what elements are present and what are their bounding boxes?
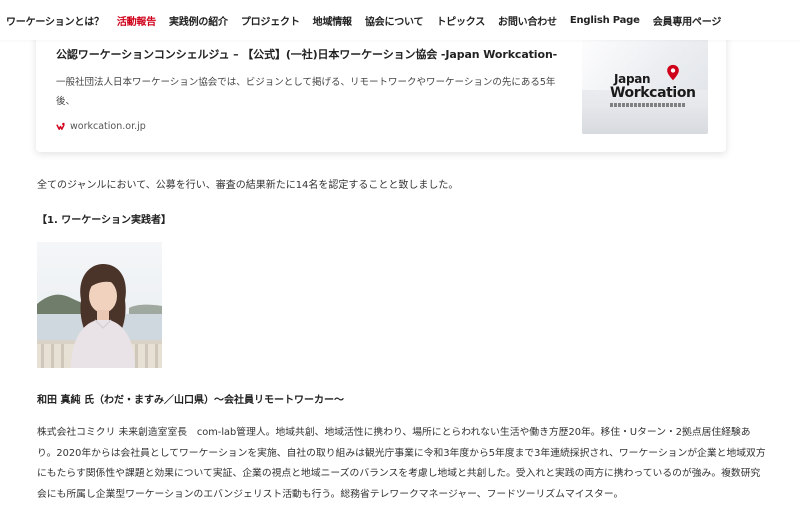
embed-card-domain: workcation.or.jp xyxy=(70,121,146,132)
nav-item-what-is-workcation[interactable]: ワーケーションとは？ xyxy=(6,13,104,28)
nav-item-english-page[interactable]: English Page xyxy=(570,15,640,26)
japan-workcation-logo-line1: Japan xyxy=(614,72,651,86)
section-heading: 【1. ワーケーション実践者】 xyxy=(37,215,172,226)
location-pin-icon xyxy=(667,64,679,81)
logo-subtext-mark xyxy=(610,103,686,107)
link-embed-card[interactable]: 公認ワーケーションコンシェルジュ – 【公式】(一社)日本ワーケーション協会 -… xyxy=(36,30,726,152)
japan-workcation-logo-line2: Workcation xyxy=(610,85,696,101)
global-nav: ワーケーションとは？ 活動報告 実践例の紹介 プロジェクト 地域情報 協会につい… xyxy=(0,0,800,40)
embed-card-title[interactable]: 公認ワーケーションコンシェルジュ – 【公式】(一社)日本ワーケーション協会 -… xyxy=(56,46,557,62)
thumbnail-desk xyxy=(582,108,708,134)
nav-item-case-studies[interactable]: 実践例の紹介 xyxy=(169,13,228,28)
nav-item-projects[interactable]: プロジェクト xyxy=(241,13,300,28)
person-photo xyxy=(37,242,162,368)
intro-paragraph: 全てのジャンルにおいて、公募を行い、審査の結果新たに14名を認定することと致しま… xyxy=(37,180,459,191)
person-name-heading: 和田 真純 氏（わだ・ますみ／山口県）〜会社員リモートワーカー〜 xyxy=(37,395,344,406)
embed-card-thumbnail: Japan Workcation xyxy=(582,30,708,134)
nav-item-topics[interactable]: トピックス xyxy=(436,13,485,28)
embed-card-site[interactable]: workcation.or.jp xyxy=(56,121,146,132)
nav-item-activity-report[interactable]: 活動報告 xyxy=(117,13,156,28)
nav-item-contact[interactable]: お問い合わせ xyxy=(498,13,557,28)
nav-item-regional-info[interactable]: 地域情報 xyxy=(313,13,352,28)
nav-item-members-page[interactable]: 会員専用ページ xyxy=(653,13,722,28)
person-bio: 株式会社コミクリ 未来創造室室長 com-lab管理人。地域共創、地域活性に携わ… xyxy=(37,427,766,500)
workcation-favicon-icon xyxy=(56,122,65,131)
embed-card-description: 一般社団法人日本ワーケーション協会では、ビジョンとして掲げる、リモートワークやワ… xyxy=(56,77,556,107)
nav-item-about-association[interactable]: 協会について xyxy=(365,13,424,28)
